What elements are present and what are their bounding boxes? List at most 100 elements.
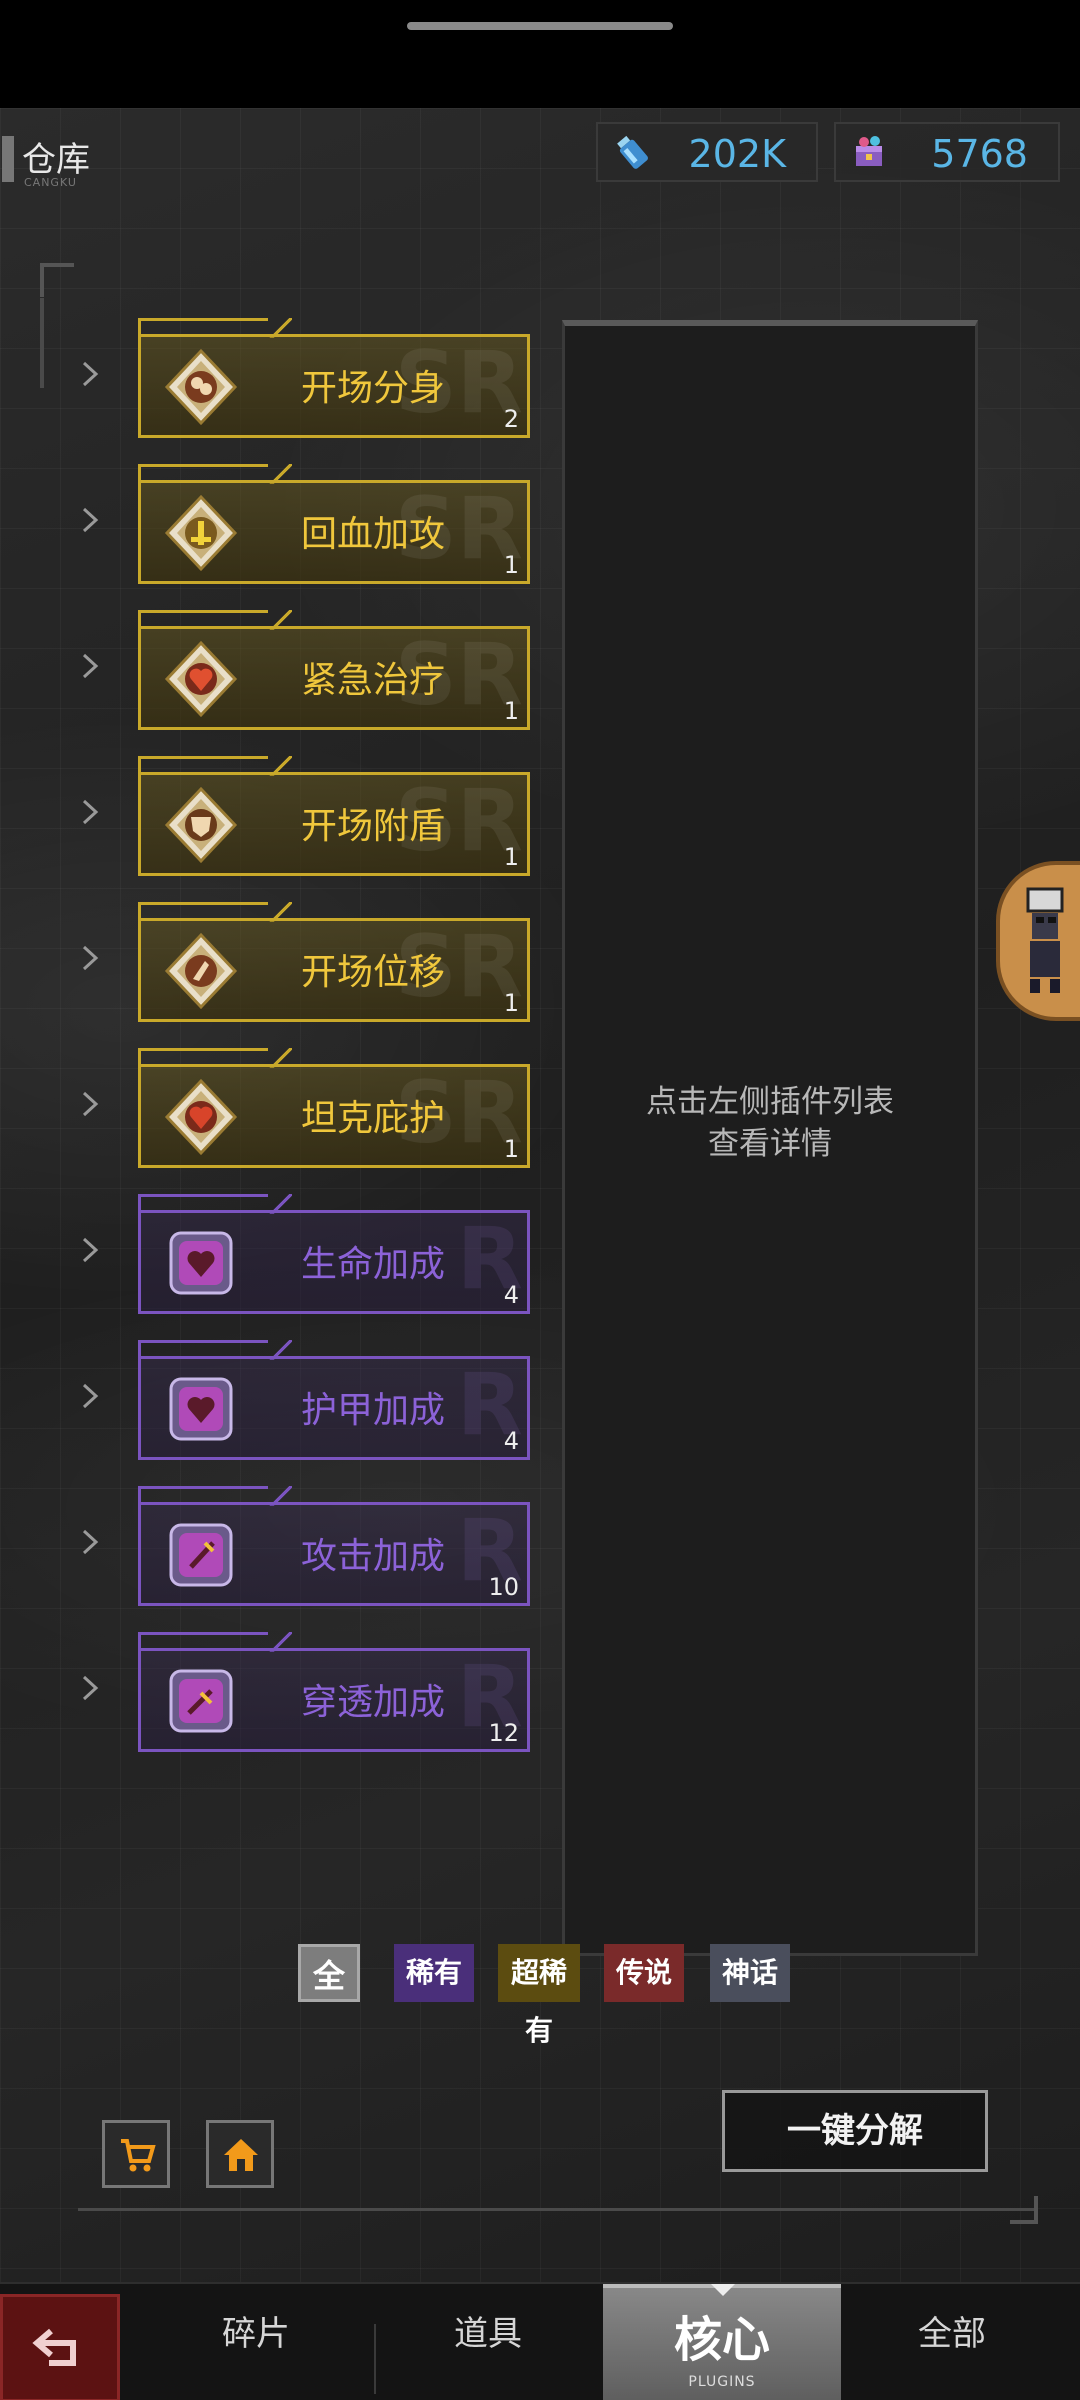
back-arrow-icon	[32, 2328, 76, 2366]
plugin-item[interactable]: SR 开场分身 2	[80, 308, 530, 438]
detail-hint-line1: 点击左侧插件列表	[646, 1084, 894, 1120]
warehouse-screen: 仓库 CANGKU 202K 5768 SR 开场分身 2 SR 回血加攻 1 …	[0, 108, 1080, 2400]
corner-bracket	[1010, 2196, 1038, 2224]
dash-badge-icon	[164, 932, 238, 1010]
home-button[interactable]	[206, 2120, 274, 2188]
plugin-card[interactable]: SR 回血加攻 1	[138, 480, 530, 584]
plugin-card[interactable]: R 护甲加成 4	[138, 1356, 530, 1460]
chevron-right-icon	[82, 1529, 99, 1555]
filter-super-rare[interactable]: 超稀有	[498, 1944, 580, 2047]
chevron-right-icon	[82, 945, 99, 971]
page-title-bar: 仓库 CANGKU	[0, 128, 180, 189]
pierce-bonus-badge-icon	[169, 1669, 233, 1733]
plugin-count: 1	[503, 1135, 519, 1163]
plugin-card[interactable]: R 攻击加成 10	[138, 1502, 530, 1606]
energy-value: 202K	[688, 132, 786, 176]
filter-mythic[interactable]: 神话	[710, 1944, 790, 2002]
plugin-name: 回血加攻	[300, 514, 445, 555]
plugin-item[interactable]: SR 开场附盾 1	[80, 746, 530, 876]
plugin-name: 开场附盾	[300, 806, 445, 847]
plugin-item[interactable]: R 生命加成 4	[80, 1184, 530, 1314]
tab-items[interactable]: 道具	[454, 2306, 522, 2355]
plugin-card[interactable]: SR 开场分身 2	[138, 334, 530, 438]
shield-badge-icon	[164, 786, 238, 864]
back-button[interactable]	[0, 2294, 120, 2400]
filter-all[interactable]: 全	[298, 1944, 360, 2002]
plugin-item[interactable]: SR 开场位移 1	[80, 892, 530, 1022]
plugin-count: 1	[503, 551, 519, 579]
plugin-name: 开场分身	[300, 368, 445, 409]
plugin-name: 攻击加成	[300, 1536, 445, 1577]
title-marker	[2, 136, 14, 182]
plugin-detail-panel: 点击左侧插件列表 查看详情	[562, 320, 978, 1956]
divider-line	[78, 2208, 1038, 2211]
heal-attack-badge-icon	[164, 494, 238, 572]
home-icon	[224, 2139, 258, 2171]
chevron-right-icon	[82, 361, 99, 387]
list-bracket	[40, 263, 74, 297]
plugin-item[interactable]: SR 坦克庇护 1	[80, 1038, 530, 1168]
tank-shelter-badge-icon	[164, 1078, 238, 1156]
clone-badge-icon	[164, 348, 238, 426]
tab-core-sublabel: PLUGINS	[688, 2374, 756, 2390]
plugin-item[interactable]: SR 回血加攻 1	[80, 454, 530, 584]
plugin-count: 4	[503, 1281, 519, 1309]
tab-core[interactable]: 核心 PLUGINS	[603, 2284, 841, 2400]
chevron-right-icon	[82, 653, 99, 679]
tab-core-label: 核心	[673, 2312, 770, 2368]
armor-bonus-badge-icon	[169, 1377, 233, 1441]
energy-resource[interactable]: 202K	[596, 122, 818, 182]
gem-resource[interactable]: 5768	[834, 122, 1060, 182]
plugin-count: 2	[503, 405, 519, 433]
plugin-name: 坦克庇护	[300, 1098, 445, 1139]
plugin-name: 紧急治疗	[300, 660, 445, 701]
cart-icon	[121, 2139, 156, 2172]
gem-value: 5768	[931, 132, 1028, 176]
filter-rare[interactable]: 稀有	[394, 1944, 474, 2002]
plugin-count: 12	[488, 1719, 519, 1747]
notch-pill	[407, 22, 673, 30]
plugin-count: 1	[503, 843, 519, 871]
chevron-right-icon	[82, 1383, 99, 1409]
plugin-card[interactable]: R 生命加成 4	[138, 1210, 530, 1314]
chevron-right-icon	[82, 1675, 99, 1701]
chevron-right-icon	[82, 1237, 99, 1263]
character-avatar[interactable]	[996, 861, 1080, 1021]
tab-fragments[interactable]: 碎片	[222, 2306, 290, 2355]
plugin-card[interactable]: SR 开场附盾 1	[138, 772, 530, 876]
plugin-item[interactable]: R 攻击加成 10	[80, 1476, 530, 1606]
gem-chest-icon	[856, 136, 882, 166]
shop-button[interactable]	[102, 2120, 170, 2188]
tab-all[interactable]: 全部	[918, 2306, 986, 2355]
plugin-count: 4	[503, 1427, 519, 1455]
plugin-name: 开场位移	[300, 952, 445, 993]
plugin-name: 护甲加成	[300, 1390, 445, 1431]
plugin-name: 穿透加成	[300, 1682, 445, 1723]
list-bracket-line	[40, 298, 44, 388]
decompose-all-button[interactable]: 一键分解	[722, 2090, 988, 2172]
plugin-count: 1	[503, 697, 519, 725]
plugin-card[interactable]: SR 坦克庇护 1	[138, 1064, 530, 1168]
pixel-character-icon	[1026, 887, 1064, 993]
plugin-item[interactable]: R 护甲加成 4	[80, 1330, 530, 1460]
active-tab-indicator	[711, 2284, 735, 2296]
emergency-heal-badge-icon	[164, 640, 238, 718]
rarity-filters: 全 稀有 超稀有 传说 神话	[0, 1944, 1080, 2047]
attack-bonus-badge-icon	[169, 1523, 233, 1587]
filter-legendary[interactable]: 传说	[604, 1944, 684, 2002]
plugin-card[interactable]: SR 开场位移 1	[138, 918, 530, 1022]
detail-hint-line2: 查看详情	[708, 1126, 832, 1162]
plugin-card[interactable]: SR 紧急治疗 1	[138, 626, 530, 730]
nav-separator	[374, 2324, 376, 2394]
plugin-item[interactable]: R 穿透加成 12	[80, 1622, 530, 1752]
life-bonus-badge-icon	[169, 1231, 233, 1295]
plugin-card[interactable]: R 穿透加成 12	[138, 1648, 530, 1752]
plugin-item[interactable]: SR 紧急治疗 1	[80, 600, 530, 730]
page-title: 仓库	[22, 140, 90, 180]
chevron-right-icon	[82, 507, 99, 533]
plugin-name: 生命加成	[300, 1244, 445, 1285]
page-subtitle: CANGKU	[24, 176, 77, 189]
chevron-right-icon	[82, 799, 99, 825]
chevron-right-icon	[82, 1091, 99, 1117]
bottom-nav: 碎片 道具 核心 PLUGINS 全部	[0, 2282, 1080, 2400]
